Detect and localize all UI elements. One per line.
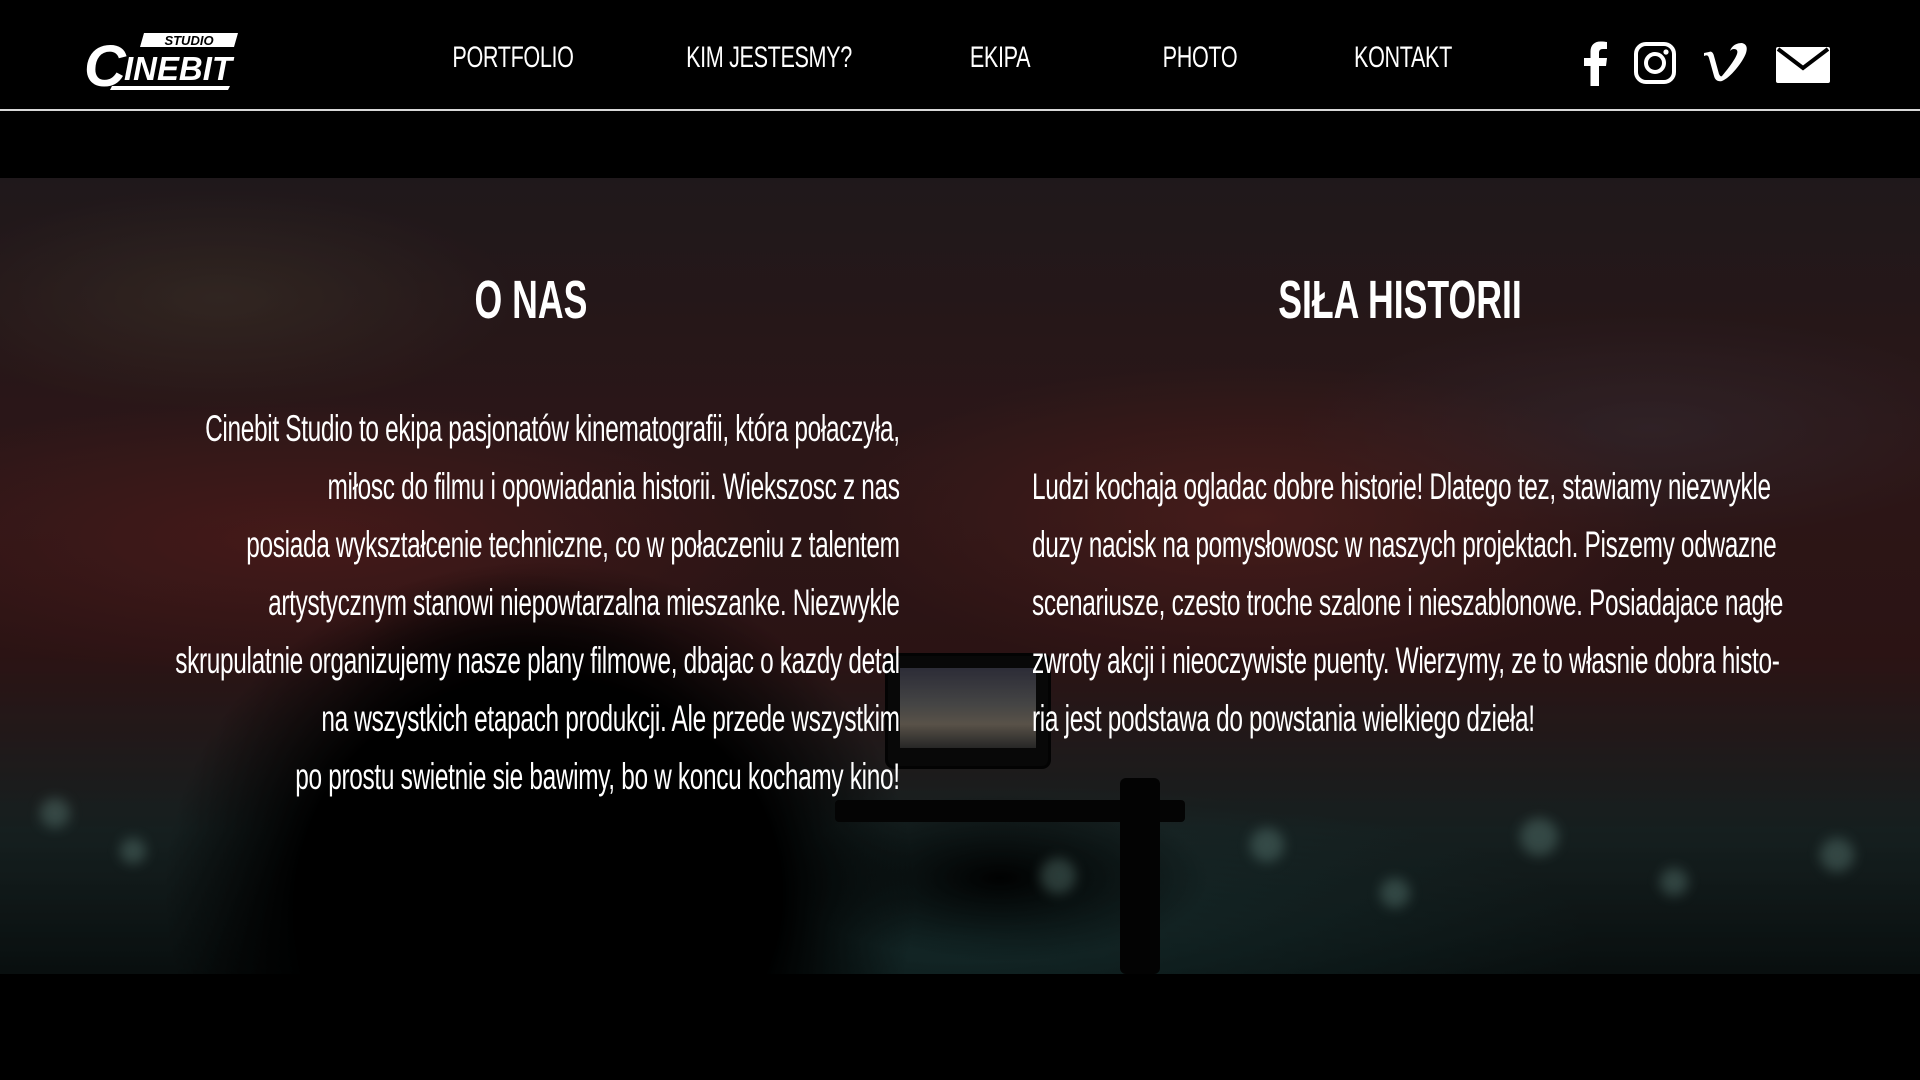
about-line: posiada wykształcenie techniczne, co w p…	[246, 524, 901, 565]
story-line: zwroty akcji i nieoczywiste puenty. Wier…	[1032, 640, 1780, 681]
story-title: SIŁA HISTORII	[1278, 270, 1522, 330]
main-nav: PORTFOLIO KIM JESTESMY? EKIPA PHOTO KONT…	[0, 0, 1920, 111]
story-line: scenariusze, czesto troche szalone i nie…	[1032, 582, 1783, 623]
about-line: skrupulatnie organizujemy nasze plany fi…	[175, 640, 901, 681]
nav-kontakt[interactable]: KONTAKT	[1343, 38, 1463, 78]
vimeo-icon[interactable]	[1702, 40, 1748, 86]
about-line: na wszystkich etapach produkcji. Ale prz…	[321, 698, 901, 739]
nav-kim-jestesmy[interactable]: KIM JESTESMY?	[676, 38, 862, 78]
about-title: O NAS	[474, 270, 588, 330]
about-section: O NAS Cinebit Studio to ekipa pasjonatów…	[0, 178, 1920, 974]
about-line: miłosc do filmu i opowiadania historii. …	[327, 466, 901, 507]
nav-ekipa[interactable]: EKIPA	[950, 38, 1051, 78]
mail-icon[interactable]	[1775, 40, 1831, 86]
about-text: Cinebit Studio to ekipa pasjonatów kinem…	[0, 400, 901, 806]
story-line: ria jest podstawa do powstania wielkiego…	[1032, 698, 1535, 739]
nav-photo[interactable]: PHOTO	[1150, 38, 1251, 78]
story-text: Ludzi kochaja ogladac dobre historie! Dl…	[1032, 458, 1920, 748]
story-line: duzy nacisk na pomysłowosc w naszych pro…	[1032, 524, 1777, 565]
instagram-icon[interactable]	[1633, 40, 1677, 86]
nav-portfolio[interactable]: PORTFOLIO	[439, 38, 587, 78]
facebook-icon[interactable]	[1582, 40, 1608, 86]
about-line: Cinebit Studio to ekipa pasjonatów kinem…	[205, 408, 900, 449]
about-line: artystycznym stanowi niepowtarzalna mies…	[268, 582, 900, 623]
site-header: STUDIO C INEBIT PORTFOLIO KIM JESTESMY? …	[0, 0, 1920, 111]
about-line: po prostu swietnie sie bawimy, bo w konc…	[295, 756, 901, 797]
story-line: Ludzi kochaja ogladac dobre historie! Dl…	[1032, 466, 1771, 507]
